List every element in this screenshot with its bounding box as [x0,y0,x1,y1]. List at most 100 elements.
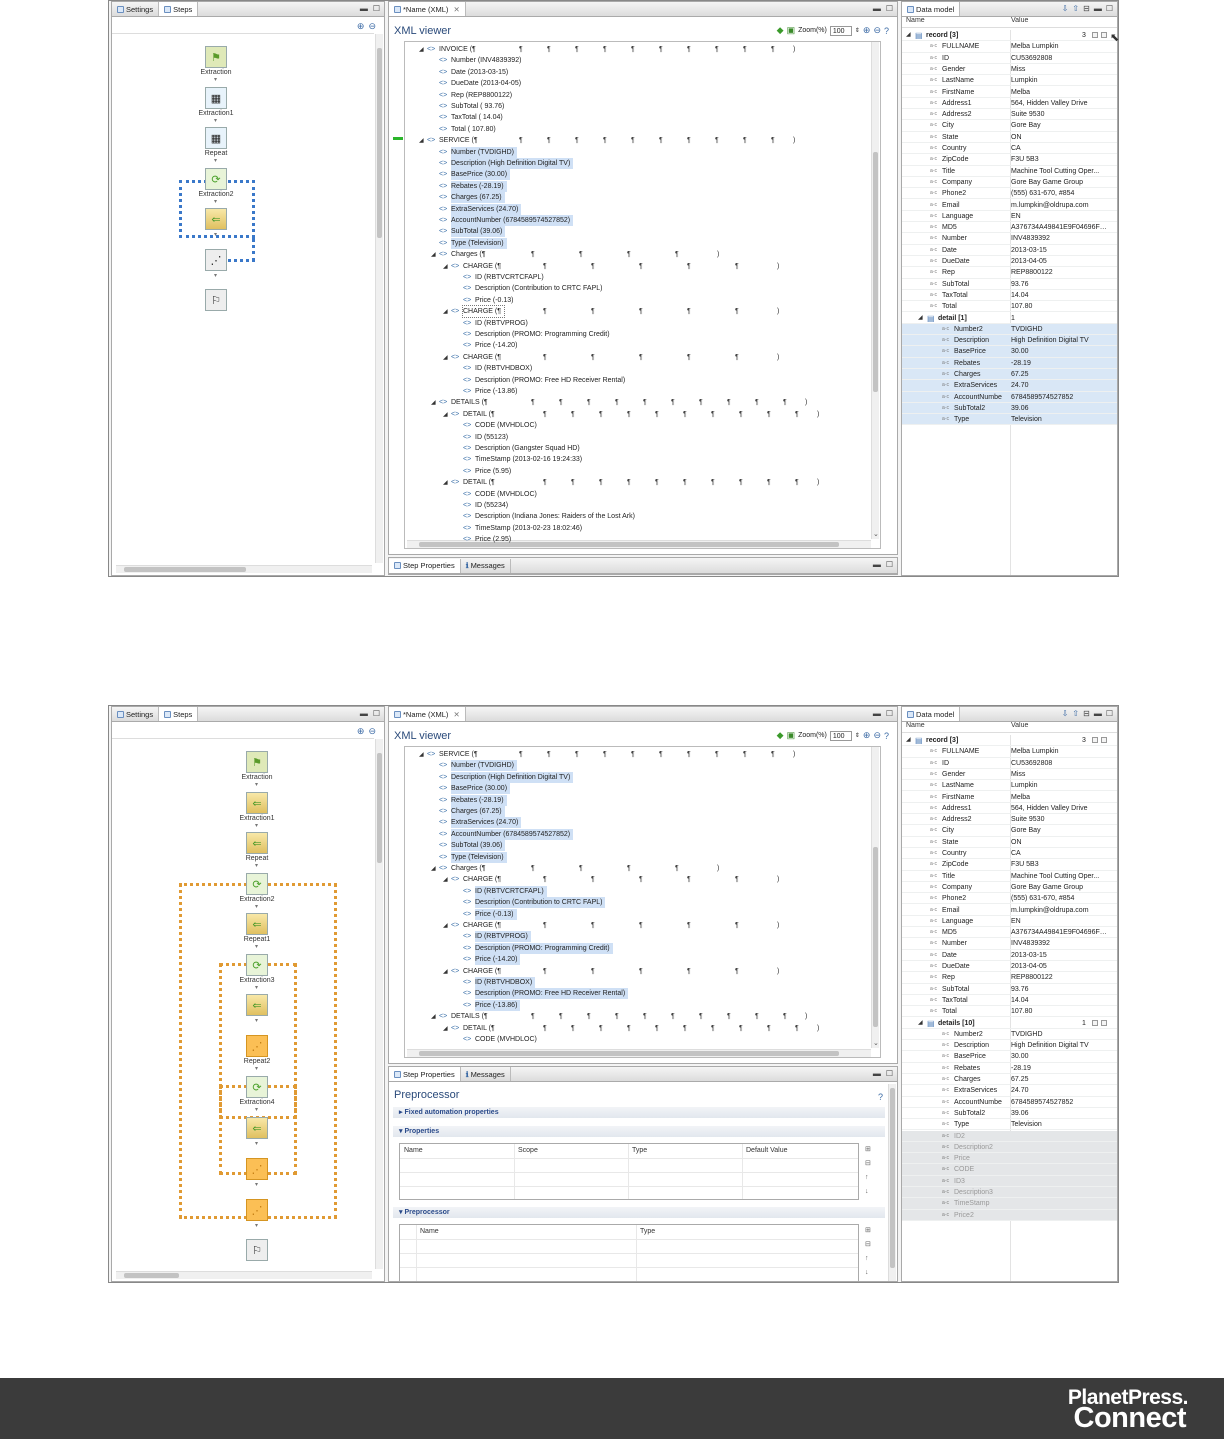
tab-step-properties[interactable]: Step Properties [389,558,461,573]
data-model-field-row[interactable]: a·c Type Television [902,414,1117,426]
xml-tree[interactable]: ⌄ ◢ <> INVOICE (¶ ¶ ¶ ¶ ¶ ¶ ¶ ¶ ¶ ¶ ¶) <> Number (INV4… [404,41,881,549]
data-model-field-row[interactable]: a·c ID3 [902,1175,1117,1187]
xml-node[interactable]: <> ID (RBTVCRTCFAPL) [405,272,880,283]
data-model-field-row[interactable]: a·c Title Machine Tool Cutting Oper... [902,871,1117,882]
step-extraction[interactable]: ⇐ [246,1117,268,1139]
properties-vscroll[interactable] [888,1084,896,1281]
fixed-automation-section[interactable]: ▸ Fixed automation properties [393,1107,885,1118]
xml-node[interactable]: <> Price (5.95) [405,466,880,477]
xml-node[interactable]: <> AccountNumber (6784589574527852) [405,828,880,840]
help-icon[interactable]: ? [884,731,889,741]
step-repeat[interactable]: ⟳ [205,168,227,190]
data-model-field-row[interactable]: a·c State ON [902,132,1117,143]
minimize-icon[interactable]: ▬ [1094,709,1102,718]
data-model-field-row[interactable]: a·c ExtraServices 24.70 [902,380,1117,392]
zoom-out-icon[interactable]: ⊖ [873,25,881,36]
tab-messages[interactable]: ℹ Messages [461,1067,511,1081]
data-model-field-row[interactable]: a·c Company Gore Bay Game Group [902,882,1117,894]
zoom-input[interactable]: 100 [829,25,852,36]
data-model-field-row[interactable]: a·c Rep REP8800122 [902,267,1117,279]
steps-vscroll[interactable] [375,739,383,1269]
xml-node[interactable]: ◢ <> DETAIL (¶ ¶ ¶ ¶ ¶ ¶ ¶ ¶ ¶ ¶ ¶) [405,1023,880,1034]
xml-node[interactable]: <> CODE (MVHDLOC) [405,420,880,431]
step-extraction[interactable]: ⇐ [246,832,268,854]
expand-toggle-icon[interactable]: ◢ [906,30,911,41]
expand-toggle-icon[interactable]: ◢ [443,478,451,489]
data-model-field-row[interactable]: a·c LastName Lumpkin [902,780,1117,792]
xml-node[interactable]: ◢ <> CHARGE (¶ ¶ ¶ ¶ ¶ ¶) [405,966,880,977]
maximize-icon[interactable]: ☐ [1106,4,1113,13]
data-model-field-row[interactable]: a·c Date 2013-03-15 [902,245,1117,256]
xml-node[interactable]: <> Type (Television) [405,851,880,863]
xml-node[interactable]: <> Total ( 107.80) [405,124,880,135]
xml-node[interactable]: <> ID (RBTVHDBOX) [405,977,880,988]
data-model-field-row[interactable]: a·c DueDate 2013-04-05 [902,961,1117,973]
xml-node[interactable]: <> BasePrice (30.00) [405,169,880,181]
xml-node[interactable]: <> Charges (67.25) [405,806,880,817]
step-finish-flag[interactable]: ⚐ [246,1239,268,1261]
data-model-field-row[interactable]: a·c Rep REP8800122 [902,972,1117,984]
data-model-field-row[interactable]: a·c Type Television [902,1119,1117,1131]
tab-step-properties[interactable]: Step Properties [389,1067,461,1081]
steps-hscroll[interactable] [116,565,372,573]
xml-node[interactable]: <> Number (TVDIGHD) [405,760,880,772]
expand-toggle-icon[interactable]: ◢ [918,313,923,324]
data-model-field-row[interactable]: a·c Address2 Suite 9530 [902,814,1117,826]
xml-node[interactable]: <> Price (-14.20) [405,340,880,351]
data-model-field-row[interactable]: a·c AccountNumbe 6784589574527852 [902,391,1117,403]
data-model-field-row[interactable]: a·c Description High Definition Digital TV [902,335,1117,347]
next-record-icon[interactable] [1101,1019,1107,1026]
expand-toggle-icon[interactable]: ◢ [443,307,451,318]
xml-node[interactable]: <> Description (Contribution to CRTC FAPL… [405,283,880,294]
xml-node[interactable]: <> TimeStamp (2013-02-23 18:02:46) [405,523,880,534]
xml-node[interactable]: <> CODE (MVHDLOC) [405,489,880,500]
xml-node[interactable]: <> TimeStamp (2013-02-16 19:24:33) [405,454,880,465]
xml-node[interactable]: <> Price (-14.20) [405,954,880,966]
xml-node[interactable]: ◢ <> DETAILS (¶ ¶ ¶ ¶ ¶ ¶ ¶ ¶ ¶ ¶ ¶) [405,1011,880,1022]
data-model-field-row[interactable]: a·c Address1 564, Hidden Valley Drive [902,98,1117,110]
data-model-field-row[interactable]: a·c Email m.lumpkin@oldrupa.com [902,200,1117,211]
step-goto[interactable]: ⋰ [205,249,227,271]
data-model-field-row[interactable]: a·c Phone2 (555) 631-670, #854 [902,188,1117,200]
step-flag[interactable]: ⚑ [205,46,227,68]
data-model-field-row[interactable]: a·c ZipCode F3U 5B3 [902,859,1117,871]
maximize-icon[interactable]: ☐ [886,709,893,718]
data-model-field-row[interactable]: a·c FirstName Melba [902,87,1117,98]
xml-node[interactable]: <> Price (-13.86) [405,386,880,397]
data-model-field-row[interactable]: a·c Title Machine Tool Cutting Oper... [902,166,1117,177]
xml-node[interactable]: ◢ <> CHARGE (¶ ¶ ¶ ¶ ¶ ¶) [405,874,880,885]
xml-node[interactable]: ◢ <> CHARGE (¶ ¶ ¶ ¶ ¶ ¶) [405,352,880,363]
tab-messages[interactable]: ℹ Messages [461,558,511,573]
step-goto[interactable]: ⋰ [246,1199,268,1221]
data-model-field-row[interactable]: a·c Number INV4839392 [902,233,1117,245]
move-down-icon[interactable]: ↓ [865,1266,873,1280]
zoom-in-icon[interactable]: ⊕ [863,25,871,36]
remove-icon[interactable]: ⊟ [865,1157,873,1171]
data-model-field-row[interactable]: a·c Language EN [902,211,1117,223]
data-model-field-row[interactable]: a·c LastName Lumpkin [902,75,1117,87]
xml-node[interactable]: <> Description (High Definition Digital T… [405,771,880,783]
data-model-field-row[interactable]: a·c SubTotal2 39.06 [902,402,1117,415]
preprocessor-actions[interactable]: ⊞ ⊟ ↑ ↓ [865,1224,873,1280]
data-model-field-row[interactable]: a·c Number2 TVDIGHD [902,1029,1117,1041]
xml-node[interactable]: ◢ <> DETAIL (¶ ¶ ¶ ¶ ¶ ¶ ¶ ¶ ¶ ¶ ¶) [405,477,880,488]
expand-toggle-icon[interactable]: ◢ [443,262,451,273]
data-model-field-row[interactable]: a·c Charges 67.25 [902,369,1117,381]
zoom-input[interactable]: 100 [829,730,852,741]
xml-node[interactable]: ◢ <> DETAILS (¶ ¶ ¶ ¶ ¶ ¶ ¶ ¶ ¶ ¶ ¶) [405,397,880,408]
xml-node[interactable]: <> Number (TVDIGHD) [405,146,880,158]
xml-node[interactable]: <> Rebates (-28.19) [405,180,880,192]
validate-icon[interactable]: ▣ [787,25,796,36]
help-icon[interactable]: ? [878,1092,883,1102]
xml-node[interactable]: <> Type (Television) [405,237,880,249]
xml-node[interactable]: <> ID (RBTVHDBOX) [405,363,880,374]
data-model-field-row[interactable]: a·c MD5 A376734A49841E9F04696F8E... [902,222,1117,234]
xml-node[interactable]: <> ID (55234) [405,500,880,511]
xml-node[interactable]: <> Number (INV4839392) [405,55,880,66]
preprocessor-table[interactable]: Name Type [399,1224,859,1281]
expand-toggle-icon[interactable]: ◢ [443,410,451,421]
data-model-field-row[interactable]: a·c AccountNumbe 6784589574527852 [902,1097,1117,1108]
data-model-field-row[interactable]: a·c Gender Miss [902,769,1117,781]
xml-node[interactable]: ◢ <> INVOICE (¶ ¶ ¶ ¶ ¶ ¶ ¶ ¶ ¶ ¶ ¶) [405,44,880,55]
maximize-icon[interactable]: ☐ [886,4,893,13]
